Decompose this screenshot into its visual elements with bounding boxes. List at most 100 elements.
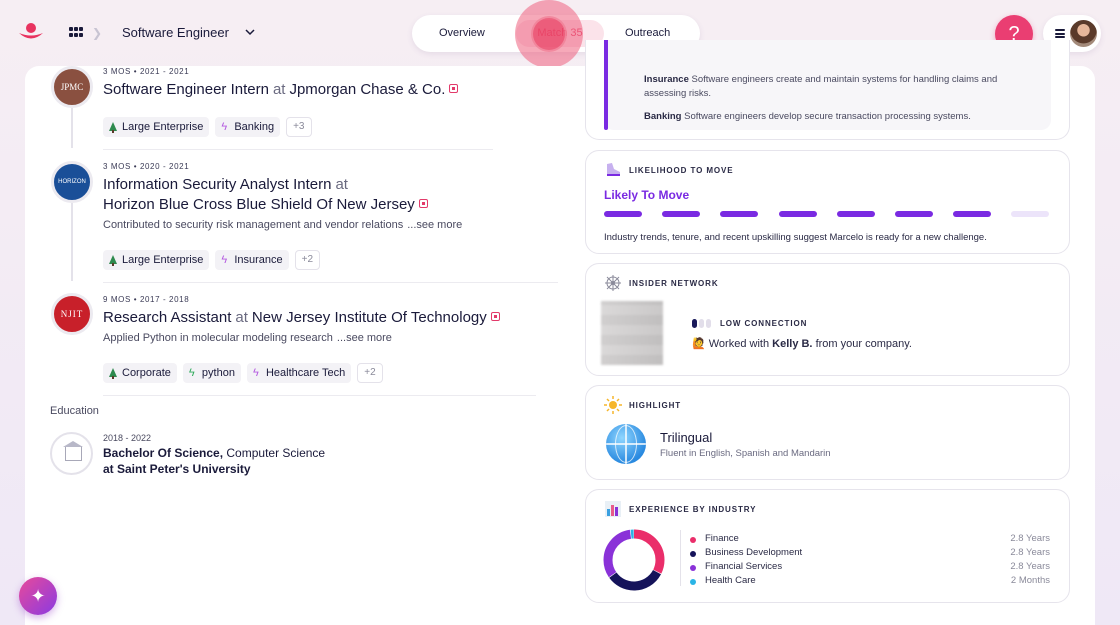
chevron-down-icon[interactable] xyxy=(244,26,256,38)
tag-size: Corporate xyxy=(103,363,177,383)
likelihood-segment xyxy=(778,211,817,217)
connection-text: 🙋 Worked with Kelly B. from your company… xyxy=(692,338,912,350)
company-name[interactable]: New Jersey Institute Of Technology xyxy=(252,309,487,326)
app-logo-icon[interactable] xyxy=(18,22,44,42)
likelihood-segment xyxy=(953,211,992,217)
job-title-line: Information Security Analyst Intern at xyxy=(103,176,352,193)
tree-icon xyxy=(109,121,117,133)
industry-donut-chart xyxy=(603,529,665,591)
blurred-photo xyxy=(601,301,663,365)
tag-size: Large Enterprise xyxy=(103,250,210,270)
bolt-icon: ϟ xyxy=(221,120,228,133)
tree-icon xyxy=(109,367,117,379)
company-logo-njit[interactable]: NJIT xyxy=(51,293,93,335)
likelihood-segment xyxy=(1011,211,1050,217)
tag-industry: ϟ Healthcare Tech xyxy=(246,363,352,383)
sun-icon xyxy=(604,396,622,414)
tag-more-button[interactable]: +3 xyxy=(286,117,312,137)
highlight-name: Trilingual xyxy=(660,430,713,445)
globe-icon xyxy=(606,424,646,464)
see-more-link[interactable]: ...see more xyxy=(407,219,462,231)
hamburger-icon xyxy=(1055,29,1065,38)
card-title: LIKELIHOOD TO MOVE xyxy=(629,166,734,175)
ai-assistant-button[interactable]: ✦ xyxy=(19,577,57,615)
divider xyxy=(103,149,493,150)
connection-label: LOW CONNECTION xyxy=(720,319,808,328)
likelihood-segment xyxy=(836,211,875,217)
likelihood-segment xyxy=(662,211,701,217)
tree-icon xyxy=(109,254,117,266)
external-link-icon[interactable] xyxy=(418,199,428,208)
job-description: Contributed to security risk management … xyxy=(103,219,463,231)
tag-more-button[interactable]: +2 xyxy=(294,250,321,270)
legend-dot xyxy=(690,551,696,557)
tab-overview[interactable]: Overview xyxy=(439,15,485,52)
legend-dot xyxy=(690,579,696,585)
timeline-line xyxy=(71,108,73,148)
avatar xyxy=(1070,20,1097,47)
role-title[interactable]: Software Engineer xyxy=(122,25,229,40)
job-title: Information Security Analyst Intern xyxy=(103,176,332,193)
school-building-icon xyxy=(50,432,93,475)
bolt-icon: ϟ xyxy=(252,366,259,379)
bar-chart-icon xyxy=(605,501,621,517)
likelihood-segment xyxy=(604,211,642,217)
tag-more-button[interactable]: +2 xyxy=(357,363,383,383)
industry-note-insurance: Insurance Software engineers create and … xyxy=(644,74,998,99)
shoe-icon xyxy=(607,163,620,176)
company-logo-horizon[interactable]: HORIZON xyxy=(51,161,93,203)
legend-row: Finance 2.8 Years xyxy=(690,533,1050,547)
connection-dot xyxy=(699,319,704,328)
job-meta: 3 MOS • 2021 - 2021 xyxy=(103,67,190,76)
connection-level-indicator xyxy=(692,319,711,328)
divider xyxy=(103,395,536,396)
connection-dot xyxy=(706,319,711,328)
connection-dot xyxy=(692,319,697,328)
insider-network-card: INSIDER NETWORK LOW CONNECTION 🙋 Worked … xyxy=(585,263,1070,376)
education-heading: Education xyxy=(50,405,99,417)
tag-list: Corporate ϟ python ϟ Healthcare Tech +2 xyxy=(103,363,383,383)
likelihood-description: Industry trends, tenure, and recent upsk… xyxy=(604,232,987,243)
legend-dot xyxy=(690,537,696,543)
likelihood-value: Likely To Move xyxy=(604,188,690,202)
likelihood-segment xyxy=(720,211,759,217)
legend-row: Financial Services 2.8 Years xyxy=(690,561,1050,575)
divider xyxy=(103,282,558,283)
tag-skill: ϟ python xyxy=(182,363,241,383)
company-name[interactable]: Jpmorgan Chase & Co. xyxy=(289,81,445,98)
likelihood-segment xyxy=(895,211,933,217)
legend-dot xyxy=(690,565,696,571)
chart-title: EXPERIENCE BY INDUSTRY xyxy=(629,505,757,514)
company-name[interactable]: Horizon Blue Cross Blue Shield Of New Je… xyxy=(103,196,415,213)
external-link-icon[interactable] xyxy=(490,312,500,321)
tag-size: Large Enterprise xyxy=(103,117,210,137)
job-meta: 3 MOS • 2020 - 2021 xyxy=(103,162,190,171)
company-logo-jpmc[interactable]: JPMC xyxy=(51,66,93,108)
tag-industry: ϟ Banking xyxy=(215,117,281,137)
job-title-line: Software Engineer Intern at Jpmorgan Chase… xyxy=(103,81,459,98)
job-title-line: Research Assistant at New Jersey Institute… xyxy=(103,309,500,326)
legend-label: Health Care xyxy=(705,575,756,586)
legend-value: 2 Months xyxy=(1010,575,1050,586)
legend-label: Finance xyxy=(705,533,739,544)
job-title: Research Assistant xyxy=(103,309,232,326)
at-label: at xyxy=(335,176,348,193)
external-link-icon[interactable] xyxy=(449,84,459,93)
legend-value: 2.8 Years xyxy=(1010,561,1050,572)
industry-note-banking: Banking Software engineers develop secur… xyxy=(644,111,971,122)
at-label: at xyxy=(272,81,286,98)
company-line: Horizon Blue Cross Blue Shield Of New Je… xyxy=(103,196,428,213)
bolt-icon: ϟ xyxy=(188,366,195,379)
network-icon xyxy=(605,275,621,291)
job-meta: 9 MOS • 2017 - 2018 xyxy=(103,295,190,304)
see-more-link[interactable]: ...see more xyxy=(337,332,392,344)
legend-value: 2.8 Years xyxy=(1010,547,1050,558)
breadcrumb-chevron-icon: ❯ xyxy=(92,26,103,40)
at-label: at xyxy=(235,309,248,326)
card-title: HIGHLIGHT xyxy=(629,401,682,410)
apps-grid-icon[interactable] xyxy=(69,27,83,38)
job-title: Software Engineer Intern xyxy=(103,81,269,98)
legend-divider xyxy=(680,530,681,586)
highlight-card: HIGHLIGHT Trilingual Fluent in English, … xyxy=(585,385,1070,480)
education-degree: Bachelor Of Science, Computer Science xyxy=(103,446,326,460)
